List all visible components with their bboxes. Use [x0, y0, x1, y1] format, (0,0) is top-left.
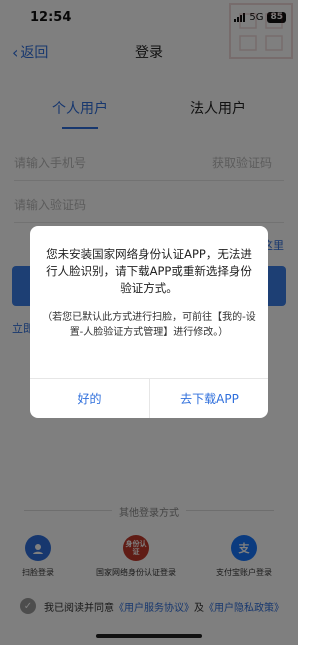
ok-button[interactable]: 好的 [30, 378, 149, 418]
download-app-button[interactable]: 去下载APP [150, 378, 268, 418]
install-app-dialog: 您未安装国家网络身份认证APP，无法进行人脸识别，请下载APP或重新选择身份验证… [30, 226, 268, 418]
home-indicator [96, 634, 202, 638]
dialog-note: （若您已默认此方式进行扫脸，可前往【我的-设置-人脸验证方式管理】进行修改。） [42, 312, 256, 338]
dialog-message: 您未安装国家网络身份认证APP，无法进行人脸识别，请下载APP或重新选择身份验证… [46, 247, 252, 295]
